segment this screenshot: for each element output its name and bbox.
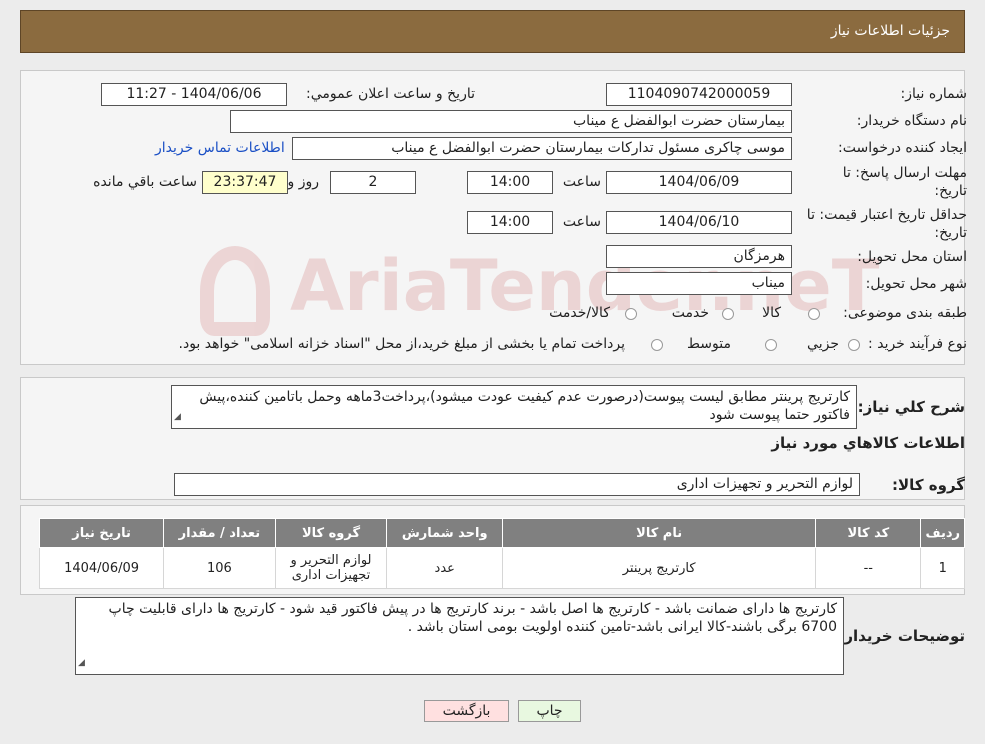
cell-quantity: 106 (163, 547, 276, 589)
buyer-field: بیمارستان حضرت ابوالفضل ع میناب (230, 110, 792, 133)
items-table: رديف کد کالا نام کالا واحد شمارش گروه کا… (38, 518, 965, 589)
remaining-time-field: 23:37:47 (202, 171, 288, 194)
validity-date-field: 1404/06/10 (606, 211, 792, 234)
category-radio-goods-service[interactable] (625, 308, 637, 320)
buyer-notes-label: توضيحات خريدار: (838, 627, 965, 645)
process-option-minor: جزيي (807, 336, 839, 352)
city-field: میناب (606, 272, 792, 295)
process-note: پرداخت تمام یا بخشی از مبلغ خرید،از محل … (178, 336, 625, 352)
col-need-date: تاريخ نياز (38, 518, 165, 548)
category-option-service: خدمت (671, 305, 709, 321)
buyer-notes-text: کارتریج ها دارای ضمانت باشد - کارتریج ها… (108, 601, 837, 635)
province-field: هرمزگان (606, 245, 792, 268)
process-option-medium: متوسط (687, 336, 731, 352)
need-number-field: 1104090742000059 (606, 83, 792, 106)
buyer-contact-link[interactable]: اطلاعات تماس خريدار (155, 140, 285, 156)
summary-label: شرح کلي نياز: (857, 398, 965, 416)
announce-field: 1404/06/06 - 11:27 (101, 83, 287, 106)
col-quantity: تعداد / مقدار (163, 518, 276, 548)
deadline-label-line1: مهلت ارسال پاسخ: تا (842, 165, 967, 181)
col-row-number: رديف (920, 518, 965, 548)
cell-item-name: کارتریج پرینتر (502, 547, 817, 589)
deadline-time-label: ساعت (562, 174, 601, 190)
validity-label-line2: تاريخ: (934, 225, 967, 241)
page-header: جزئیات اطلاعات نیاز (20, 10, 965, 53)
cell-unit: عدد (386, 547, 504, 589)
category-label: طبقه بندی موضوعی: (843, 305, 967, 321)
group-label: گروه کالا: (892, 476, 965, 494)
province-label: استان محل تحويل: (857, 249, 967, 265)
col-item-group: گروه کالا (274, 518, 388, 548)
creator-label: ايجاد کننده درخواست: (838, 140, 967, 156)
print-button[interactable]: چاپ (518, 700, 581, 722)
summary-textarea[interactable]: کارتریج پرینتر مطابق لیست پیوست(درصورت ع… (171, 385, 857, 429)
category-radio-goods[interactable] (808, 308, 820, 320)
table-row: 1 -- کارتریج پرینتر عدد لوازم التحریر و … (38, 547, 965, 589)
buyer-notes-textarea[interactable]: کارتریج ها دارای ضمانت باشد - کارتریج ها… (75, 597, 844, 675)
items-heading: اطلاعات کالاهاي مورد نياز (771, 434, 965, 452)
process-radio-treasury[interactable] (651, 339, 663, 351)
days-label: روز و (287, 174, 320, 190)
buyer-label: نام دستگاه خريدار: (856, 113, 967, 129)
cell-item-group: لوازم التحریر و تجهیزات اداری (274, 547, 388, 589)
group-field: لوازم التحریر و تجهیزات اداری (174, 473, 860, 496)
category-option-goods-service: کالا/خدمت (549, 305, 610, 321)
process-radio-minor[interactable] (848, 339, 860, 351)
process-radio-medium[interactable] (765, 339, 777, 351)
table-header-row: رديف کد کالا نام کالا واحد شمارش گروه کا… (38, 518, 965, 548)
deadline-label-line2: تاریخ: (934, 183, 967, 199)
cell-row-number: 1 (920, 547, 965, 589)
col-item-name: نام کالا (502, 518, 817, 548)
back-button[interactable]: بازگشت (424, 700, 509, 722)
validity-time-field: 14:00 (467, 211, 553, 234)
col-item-code: کد کالا (815, 518, 922, 548)
resize-handle-icon[interactable]: ◢ (174, 408, 181, 426)
deadline-time-field: 14:00 (467, 171, 553, 194)
need-number-label: شماره نیاز: (900, 86, 968, 102)
cell-item-code: -- (815, 547, 922, 589)
process-label: نوع فرآيند خريد : (868, 336, 967, 352)
page-title: جزئیات اطلاعات نیاز (830, 23, 950, 39)
city-label: شهر محل تحويل: (865, 276, 967, 292)
summary-text: کارتریج پرینتر مطابق لیست پیوست(درصورت ع… (199, 389, 850, 423)
validity-time-label: ساعت (562, 214, 601, 230)
cell-need-date: 1404/06/09 (38, 547, 165, 589)
deadline-date-field: 1404/06/09 (606, 171, 792, 194)
days-field: 2 (330, 171, 416, 194)
category-option-goods: کالا (762, 305, 781, 321)
remaining-label: ساعت باقي مانده (93, 174, 197, 190)
resize-handle-icon[interactable]: ◢ (78, 654, 85, 672)
category-radio-service[interactable] (722, 308, 734, 320)
creator-field: موسی چاکری مسئول تدارکات بیمارستان حضرت … (292, 137, 792, 160)
col-unit: واحد شمارش (386, 518, 504, 548)
announce-label: تاریخ و ساعت اعلان عمومي: (306, 86, 475, 102)
validity-label-line1: حداقل تاريخ اعتبار قيمت: تا (806, 207, 967, 223)
